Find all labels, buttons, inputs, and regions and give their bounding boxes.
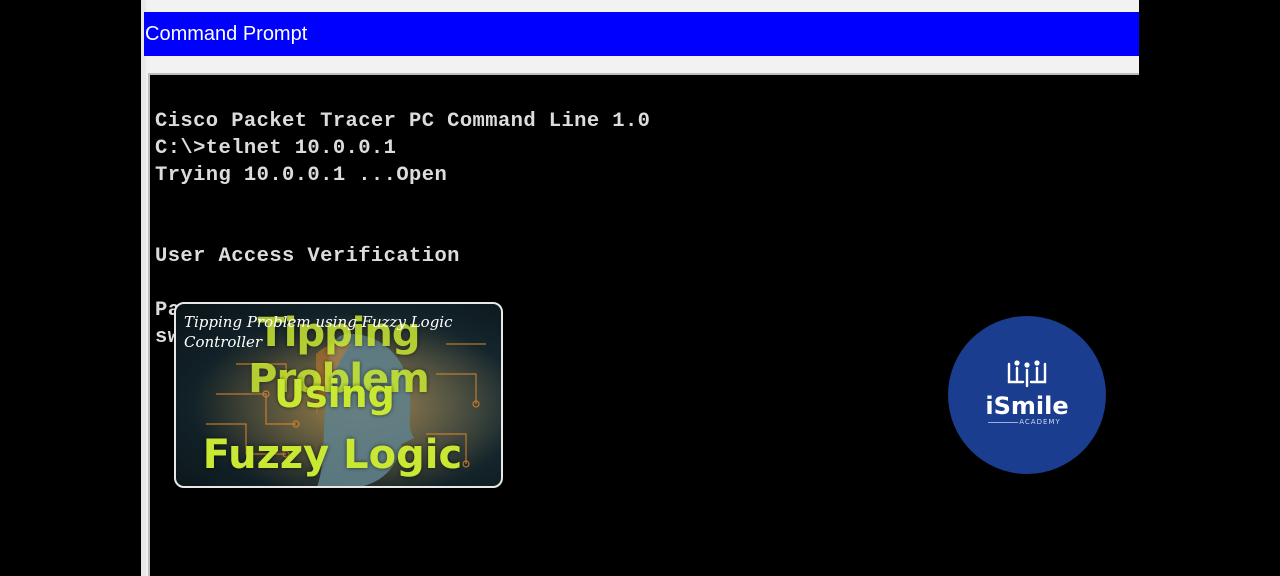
ismile-academy-logo: iSmile ACADEMY (948, 316, 1106, 474)
terminal-line: Trying 10.0.0.1 ...Open (155, 164, 448, 187)
terminal-line: Cisco Packet Tracer PC Command Line 1.0 (155, 110, 651, 133)
terminal-line: User Access Verification (155, 245, 460, 268)
window-title: Command Prompt (145, 23, 308, 45)
video-thumbnail[interactable]: Tipping Problem using Fuzzy Logic Contro… (174, 302, 503, 488)
thumbnail-overlay-line2: Using (274, 372, 395, 416)
window-titlebar[interactable]: Command Prompt (144, 12, 1139, 56)
terminal-line: C:\>telnet 10.0.0.1 (155, 137, 397, 160)
thumbnail-overlay-line3: Fuzzy Logic (202, 432, 463, 478)
logo-brand: iSmile (985, 392, 1069, 420)
thumbnail-title: Tipping Problem using Fuzzy Logic Contro… (184, 313, 453, 351)
book-people-icon (1007, 360, 1047, 388)
logo-subtitle: ACADEMY (1019, 418, 1061, 426)
window-left-edge (141, 0, 146, 576)
